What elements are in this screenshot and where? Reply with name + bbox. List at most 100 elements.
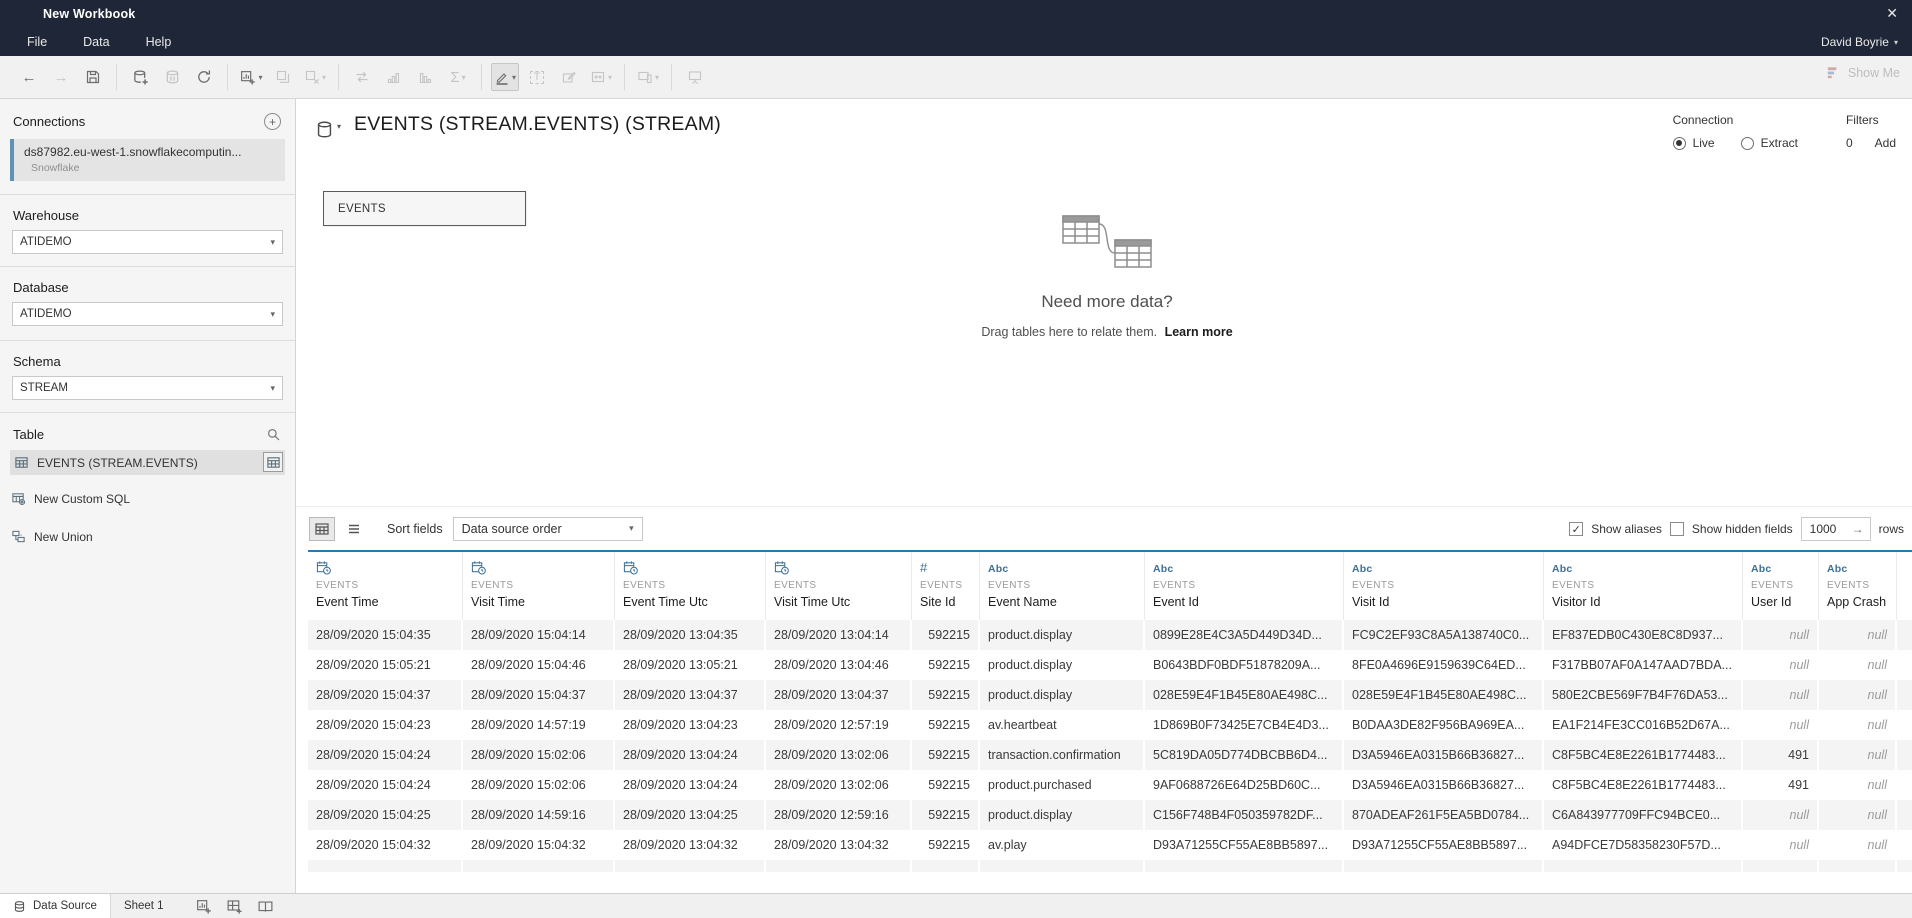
table-cell: 28/09/2020 13:04:37	[615, 680, 766, 710]
column-name: Visit Time Utc	[774, 595, 903, 609]
column-header-visit-time-utc[interactable]: EVENTSVisit Time Utc	[766, 552, 912, 620]
column-table-name: EVENTS	[920, 580, 971, 591]
table-grid-icon	[314, 521, 330, 537]
column-header-visit-id[interactable]: AbcEVENTSVisit Id	[1344, 552, 1544, 620]
chevron-down-icon: ▾	[608, 73, 612, 82]
show-hidden-fields-checkbox[interactable]	[1670, 522, 1684, 536]
highlight-button[interactable]: ▾	[491, 63, 519, 91]
string-field-icon: Abc	[1153, 563, 1173, 575]
column-header-user-id[interactable]: AbcEVENTSUser Id	[1743, 552, 1819, 620]
table-action-button[interactable]	[263, 452, 283, 472]
table-cell: 28/09/2020 12:59:16	[766, 800, 912, 830]
table-cell: 28/09/2020 15:04:37	[463, 680, 615, 710]
column-header-visitor-id[interactable]: AbcEVENTSVisitor Id	[1544, 552, 1743, 620]
database-value: ATIDEMO	[20, 308, 72, 320]
column-table-name: EVENTS	[316, 580, 454, 591]
warehouse-label: Warehouse	[0, 195, 295, 230]
show-me-button[interactable]: Show Me	[1826, 65, 1900, 80]
row-filler	[1897, 770, 1912, 800]
column-header-event-time[interactable]: EVENTSEvent Time	[308, 552, 463, 620]
extract-radio[interactable]: Extract	[1741, 136, 1798, 150]
sidebar-item-events-stream-events[interactable]: EVENTS (STREAM.EVENTS)	[10, 450, 285, 475]
table-cell: F317BB07AF0A147AAD7BDA...	[1544, 650, 1743, 680]
column-name: App Crash	[1827, 595, 1888, 609]
menu-file[interactable]: File	[27, 35, 47, 49]
datasource-menu[interactable]: ▾	[315, 120, 341, 139]
duplicate-sheet-icon	[275, 69, 291, 85]
learn-more-link[interactable]: Learn more	[1165, 325, 1233, 339]
menu-help[interactable]: Help	[146, 35, 172, 49]
table-cell: EA1F214FE3CC016B52D67A...	[1544, 710, 1743, 740]
redo-button: →	[47, 63, 75, 91]
chevron-down-icon: ▾	[337, 122, 341, 131]
warehouse-select[interactable]: ATIDEMO ▾	[12, 230, 283, 254]
table-cell: null	[1743, 650, 1819, 680]
data-grid-view-button[interactable]	[309, 517, 335, 541]
metadata-grid-view-button[interactable]	[341, 517, 367, 541]
tab-sheet-1[interactable]: Sheet 1	[111, 894, 177, 918]
tab-data-source[interactable]: Data Source	[0, 894, 111, 918]
column-table-name: EVENTS	[988, 580, 1136, 591]
refresh-button[interactable]	[190, 63, 218, 91]
datetime-field-icon	[623, 560, 638, 575]
close-icon[interactable]: ✕	[1886, 5, 1898, 22]
user-menu[interactable]: David Boyrie ▾	[1821, 35, 1898, 49]
column-header-app-crash[interactable]: AbcEVENTSApp Crash	[1819, 552, 1897, 620]
save-button[interactable]	[79, 63, 107, 91]
table-cell: 28/09/2020 14:57:19	[463, 710, 615, 740]
column-name: Event Time Utc	[623, 595, 757, 609]
sort-fields-select[interactable]: Data source order ▾	[453, 517, 643, 541]
new-worksheet-button[interactable]	[193, 897, 215, 915]
live-radio[interactable]: Live	[1673, 136, 1715, 150]
apply-rows-icon[interactable]: →	[1852, 522, 1864, 536]
chevron-down-icon: ▾	[462, 73, 466, 82]
column-header-event-name[interactable]: AbcEVENTSEvent Name	[980, 552, 1145, 620]
new-worksheet-button[interactable]: ▾	[237, 63, 265, 91]
table-row: 28/09/2020 15:04:2328/09/2020 14:57:1928…	[308, 710, 1912, 740]
table-cell: 491	[1743, 770, 1819, 800]
table-cell: 28/09/2020 15:04:24	[308, 770, 463, 800]
schema-label: Schema	[0, 341, 295, 376]
row-count-input[interactable]	[1808, 521, 1852, 537]
table-cell	[1897, 860, 1912, 872]
string-field-icon: Abc	[1751, 563, 1771, 575]
sidebar-item-new-custom-sql[interactable]: New Custom SQL	[0, 486, 295, 511]
chevron-down-icon: ▾	[1894, 38, 1898, 47]
search-icon[interactable]	[266, 427, 281, 442]
connection-item[interactable]: ds87982.eu-west-1.snowflakecomputin... S…	[10, 139, 285, 181]
chevron-down-icon: ▾	[270, 309, 275, 320]
sidebar-item-new-union[interactable]: New Union	[0, 524, 295, 549]
table-cell: product.display	[980, 650, 1145, 680]
new-data-source-button[interactable]	[126, 63, 154, 91]
table-cell: 28/09/2020 13:04:24	[615, 770, 766, 800]
events-table-node[interactable]: EVENTS	[323, 191, 526, 226]
table-cell: 592215	[912, 650, 980, 680]
union-icon	[11, 529, 26, 544]
table-section-label: Table	[13, 427, 44, 442]
undo-button[interactable]: ←	[15, 63, 43, 91]
menu-data[interactable]: Data	[83, 35, 109, 49]
connection-panel: Connection LiveExtract Filters 0 Add	[1673, 113, 1896, 150]
database-select[interactable]: ATIDEMO ▾	[12, 302, 283, 326]
new-story-icon	[257, 898, 274, 915]
new-dashboard-button[interactable]	[224, 897, 246, 915]
column-header-event-time-utc[interactable]: EVENTSEvent Time Utc	[615, 552, 766, 620]
column-header-event-id[interactable]: AbcEVENTSEvent Id	[1145, 552, 1344, 620]
table-cell: D3A5946EA0315B66B36827...	[1344, 770, 1544, 800]
totals-icon: Σ	[450, 70, 459, 85]
table-cell: 0899E28E4C3A5D449D34D...	[1145, 620, 1344, 650]
add-connection-icon[interactable]: +	[264, 113, 281, 130]
toolbar-group: ←→	[6, 63, 116, 91]
schema-select[interactable]: STREAM ▾	[12, 376, 283, 400]
add-filter-button[interactable]: Add	[1875, 136, 1896, 150]
table-cell: A94DFCE7D58358230F57D...	[1544, 830, 1743, 860]
string-field-icon: Abc	[1352, 563, 1372, 575]
datasource-title[interactable]: EVENTS (STREAM.EVENTS) (STREAM)	[354, 113, 721, 136]
chevron-down-icon: ▾	[322, 73, 326, 82]
column-header-site-id[interactable]: #EVENTSSite Id	[912, 552, 980, 620]
table-cell: 28/09/2020 13:02:06	[766, 740, 912, 770]
column-header-visit-time[interactable]: EVENTSVisit Time	[463, 552, 615, 620]
table-cell: 28/09/2020 13:04:46	[766, 650, 912, 680]
show-aliases-checkbox[interactable]: ✓	[1569, 522, 1583, 536]
new-story-button[interactable]	[255, 897, 277, 915]
